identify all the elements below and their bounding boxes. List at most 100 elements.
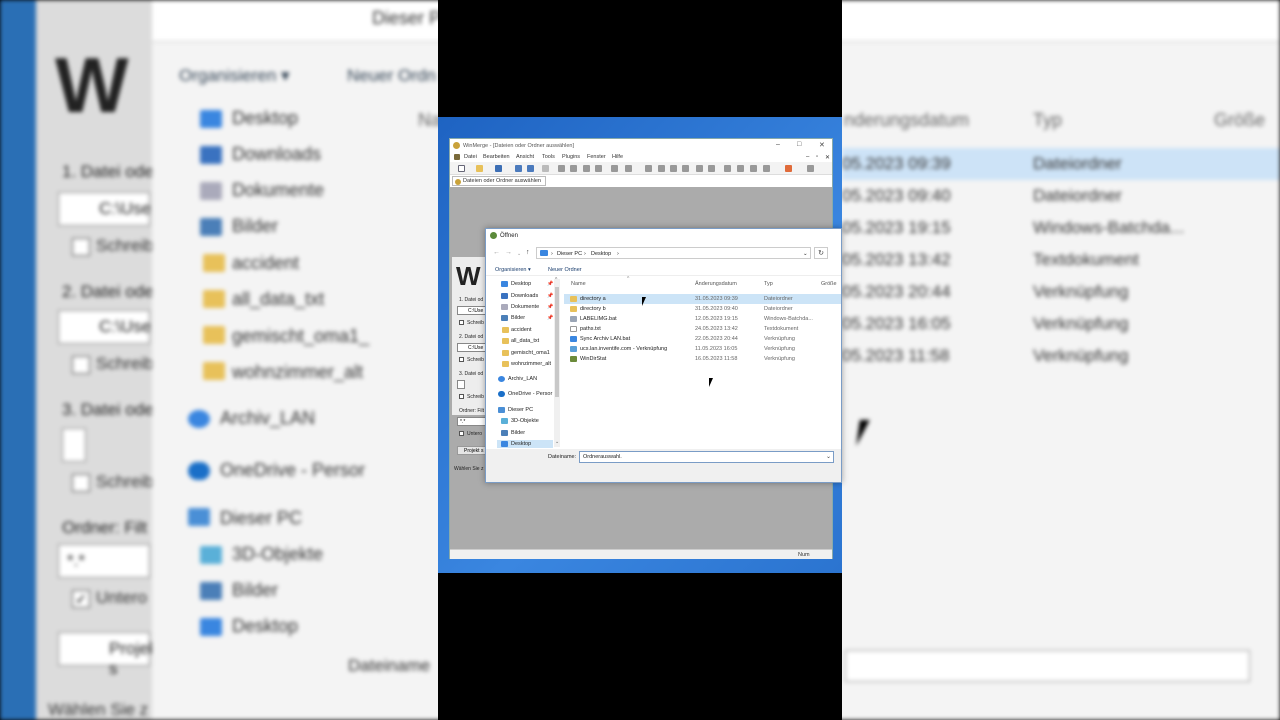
nav-network[interactable]: Archiv_LAN [508, 376, 537, 382]
copy-icon[interactable] [724, 165, 731, 172]
nav-onedrive[interactable]: OneDrive - Persor [220, 460, 365, 481]
filename-input[interactable] [845, 650, 1250, 682]
copy-icon[interactable] [750, 165, 757, 172]
file1-input[interactable]: C:\Use [58, 192, 151, 226]
new-folder-button[interactable]: Neuer Ordner [548, 267, 582, 273]
menu-plugins[interactable]: Plugins [562, 154, 580, 160]
diff-icon[interactable] [611, 165, 618, 172]
column-type[interactable]: Typ [1033, 110, 1062, 131]
diff-icon[interactable] [583, 165, 590, 172]
nav-this-pc[interactable]: Dieser PC [220, 508, 302, 529]
breadcrumb-desktop[interactable]: Desktop [591, 251, 611, 257]
nav-folder[interactable]: wohnzimmer_alt [232, 362, 363, 383]
menu-window[interactable]: Fenster [587, 154, 606, 160]
nav-pictures[interactable]: Bilder [232, 580, 278, 601]
filter-input[interactable]: *.* [58, 544, 150, 578]
project-button[interactable]: Projekt s [58, 632, 162, 678]
diff-icon[interactable] [570, 165, 577, 172]
nav-folder[interactable]: all_data_txt [511, 338, 539, 344]
file3-input[interactable] [62, 428, 86, 462]
list-item[interactable]: 05.2023 19:15 Windows-Batchda... [842, 212, 1280, 244]
file2-input[interactable]: C:\Use [58, 310, 151, 344]
file-row[interactable]: directory b 31.05.2023 09:40 Dateiordner [564, 304, 841, 314]
column-type[interactable]: Typ [764, 281, 773, 287]
nav-3d[interactable]: 3D-Objekte [232, 544, 323, 565]
readonly-checkbox[interactable] [72, 238, 90, 256]
arrow-icon[interactable] [658, 165, 665, 172]
compare-icon[interactable] [542, 165, 549, 172]
new-folder-button[interactable]: Neuer Ordn [347, 66, 436, 86]
nav-desktop[interactable]: Desktop [511, 281, 531, 287]
list-item[interactable]: 05.2023 13:42 Textdokument [842, 244, 1280, 276]
list-item[interactable]: 05.2023 09:40 Dateiordner [842, 180, 1280, 212]
diff-icon[interactable] [625, 165, 632, 172]
list-item[interactable]: 05.2023 11:58 Verknüpfung [842, 340, 1280, 372]
copy-icon[interactable] [670, 165, 677, 172]
organize-button[interactable]: Organisieren ▾ [495, 267, 531, 273]
nav-folder[interactable]: gemischt_oma1 [511, 350, 550, 356]
diff-icon[interactable] [595, 165, 602, 172]
column-modified[interactable]: Änderungsdatum [695, 281, 737, 287]
scroll-down-icon[interactable]: ⌄ [555, 439, 559, 445]
file-row[interactable]: paths.txt 24.05.2023 13:42 Textdokument [564, 324, 841, 334]
breadcrumb-this-pc[interactable]: Dieser PC [557, 251, 582, 257]
subfolder-checkbox[interactable] [459, 431, 464, 436]
subfolder-checkbox[interactable]: ✓ [72, 590, 90, 608]
nav-pictures[interactable]: Bilder [511, 430, 525, 436]
readonly-checkbox[interactable] [72, 356, 90, 374]
scroll-up-icon[interactable]: ^ [555, 277, 557, 283]
nav-pictures[interactable]: Bilder [232, 216, 278, 237]
menu-tools[interactable]: Tools [542, 154, 555, 160]
mdi-minimize-button[interactable]: – [806, 154, 809, 160]
nav-this-pc[interactable]: Dieser PC [508, 407, 533, 413]
save-icon[interactable] [495, 165, 502, 172]
nav-folder[interactable]: accident [511, 327, 532, 333]
nav-pictures[interactable]: Bilder [511, 315, 525, 321]
nav-downloads[interactable]: Downloads [232, 144, 321, 165]
file-row[interactable]: ucs.lan.inventife.com - Verknüpfung 11.0… [564, 344, 841, 354]
filename-input[interactable]: Ordnerauswahl. ⌄ [579, 451, 834, 463]
nav-onedrive[interactable]: OneDrive - Persor [508, 391, 552, 397]
list-item[interactable]: 05.2023 16:05 Verknüpfung [842, 308, 1280, 340]
mdi-close-button[interactable]: ✕ [825, 154, 830, 161]
forward-arrow-icon[interactable]: → [505, 249, 512, 256]
back-arrow-icon[interactable]: ← [493, 249, 500, 256]
chevron-down-icon[interactable]: ⌄ [517, 251, 521, 257]
nav-network[interactable]: Archiv_LAN [220, 408, 315, 429]
nav-3d[interactable]: 3D-Objekte [511, 418, 539, 424]
nav-documents[interactable]: Dokumente [511, 304, 539, 310]
chevron-down-icon[interactable]: ⌄ [803, 251, 808, 257]
column-modified[interactable]: nderungsdatum [844, 110, 969, 131]
menu-view[interactable]: Ansicht [516, 154, 534, 160]
nav-folder[interactable]: accident [232, 253, 299, 274]
options-icon[interactable] [785, 165, 792, 172]
readonly-checkbox[interactable] [459, 357, 464, 362]
undo-icon[interactable] [515, 165, 522, 172]
refresh-button[interactable]: ↻ [814, 247, 828, 259]
menu-help[interactable]: Hilfe [612, 154, 623, 160]
new-icon[interactable] [458, 165, 465, 172]
mdi-restore-button[interactable]: ▫ [816, 154, 818, 160]
organize-button[interactable]: Organisieren ▾ [179, 66, 290, 86]
nav-folder[interactable]: wohnzimmer_alt [511, 361, 551, 367]
copy-icon[interactable] [682, 165, 689, 172]
close-button[interactable]: ✕ [819, 141, 825, 149]
list-item[interactable]: 05.2023 09:39 Dateiordner [842, 148, 1280, 180]
file-row[interactable]: LABELIMG.bat 12.05.2023 19:15 Windows-Ba… [564, 314, 841, 324]
nav-folder[interactable]: gemischt_oma1_ [232, 326, 369, 347]
nav-documents[interactable]: Dokumente [232, 180, 324, 201]
nav-downloads[interactable]: Downloads [511, 293, 538, 299]
column-size[interactable]: Größe [821, 281, 837, 287]
open-icon[interactable] [476, 165, 483, 172]
readonly-checkbox[interactable] [459, 394, 464, 399]
diff-icon[interactable] [558, 165, 565, 172]
copy-icon[interactable] [696, 165, 703, 172]
nav-scrollbar[interactable] [554, 279, 560, 447]
project-button[interactable]: Projekt s [457, 446, 487, 455]
nav-folder[interactable]: all_data_txt [232, 289, 324, 310]
minimize-button[interactable]: – [776, 141, 780, 148]
redo-icon[interactable] [527, 165, 534, 172]
menu-file[interactable]: Datei [464, 154, 477, 160]
nav-desktop[interactable]: Desktop [232, 616, 298, 637]
arrow-icon[interactable] [645, 165, 652, 172]
